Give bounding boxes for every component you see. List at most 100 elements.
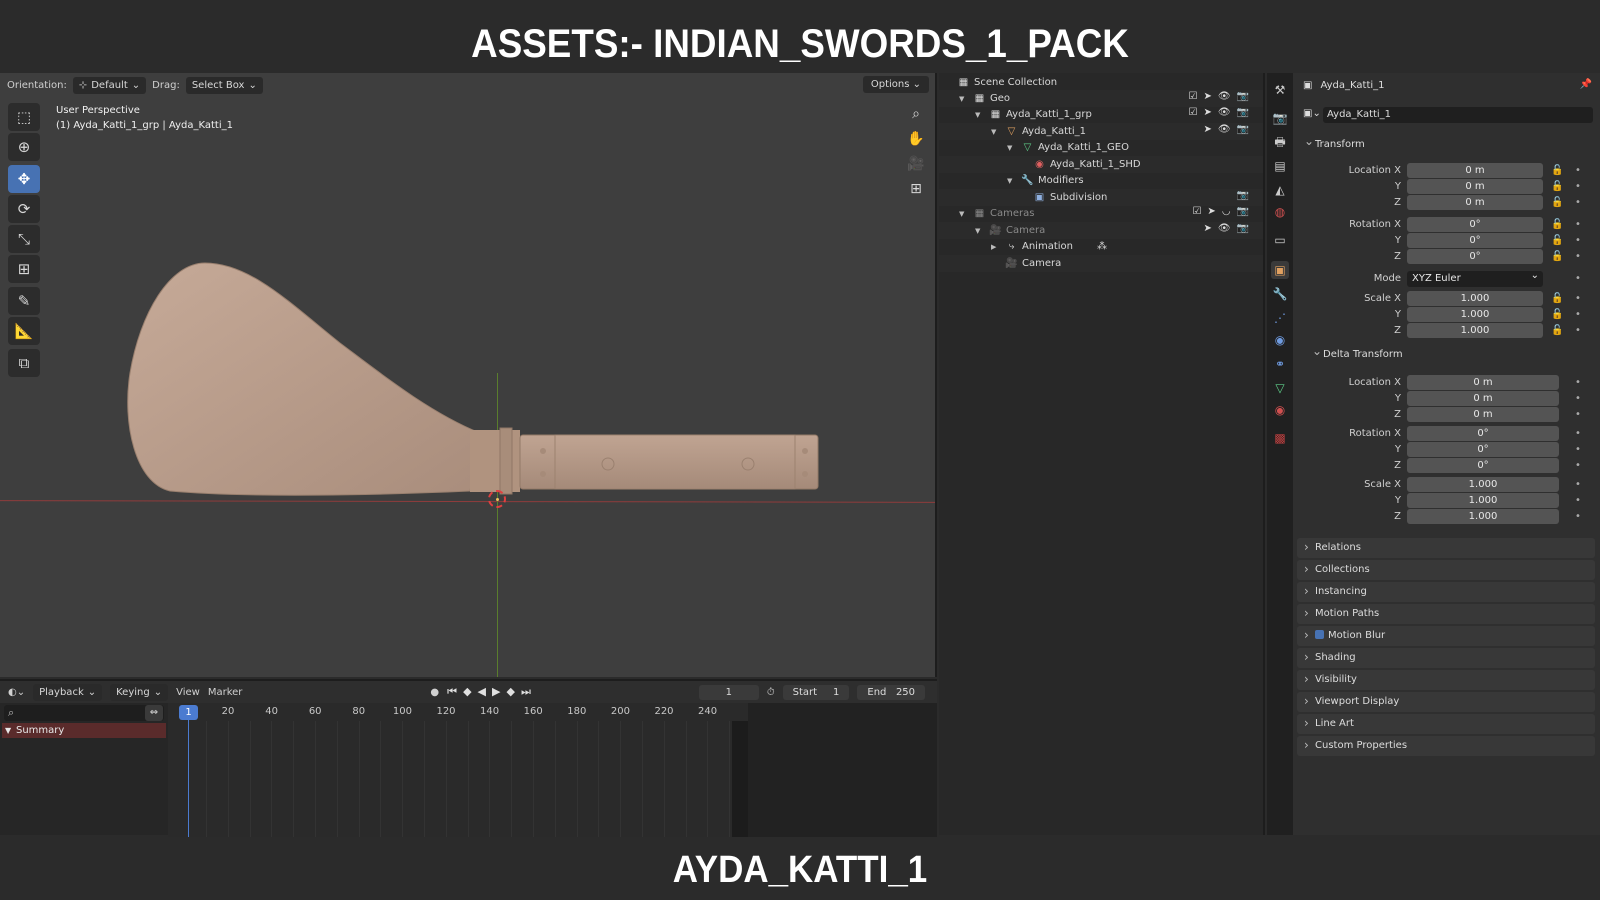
keyframe-dot-icon[interactable]: • [1575,477,1581,493]
lock-icon[interactable]: 🔓 [1551,195,1563,211]
scale-y-field[interactable]: 1.000 [1407,307,1543,322]
rotation-z-field[interactable]: 0° [1407,249,1543,264]
checkbox-icon[interactable]: ☑ [1192,206,1201,217]
delta-rotation-z-field[interactable]: 0° [1407,458,1559,473]
sword-model[interactable] [0,73,937,677]
instancing-section[interactable]: Instancing [1297,581,1595,602]
outliner-row-camera-object[interactable]: ▼ 🎥 Camera [975,223,1045,239]
rotation-mode-dropdown[interactable]: XYZ Euler [1407,268,1543,287]
select-arrow-icon[interactable]: ➤ [1203,91,1211,102]
data-tab-icon[interactable]: ▽ [1271,379,1289,397]
keyframe-dot-icon[interactable]: • [1575,271,1581,287]
keyframe-dot-icon[interactable]: • [1575,391,1581,407]
outliner-row-modifiers[interactable]: ▼ 🔧 Modifiers [1007,173,1084,189]
keying-menu[interactable]: Keying ⌄ [110,683,169,701]
editor-type-icon[interactable]: ◐⌄ [8,687,25,698]
delta-rotation-x-field[interactable]: 0° [1407,426,1559,441]
outliner-row-grp[interactable]: ▼ ▦ Ayda_Katti_1_grp [975,107,1092,123]
modifier-tab-icon[interactable]: 🔧 [1271,285,1289,303]
lock-icon[interactable]: 🔓 [1551,323,1563,339]
eye-icon[interactable]: 👁 [1218,124,1231,135]
select-arrow-icon[interactable]: ➤ [1203,124,1211,135]
camera-icon[interactable]: 📷 [1237,206,1249,217]
outliner-row-subdivision[interactable]: ▣ Subdivision [1033,190,1108,206]
jump-start-icon[interactable]: ⏮ [447,685,457,699]
keyframe-dot-icon[interactable]: • [1575,509,1581,525]
line-art-section[interactable]: Line Art [1297,713,1595,734]
lock-icon[interactable]: 🔓 [1551,163,1563,179]
delta-location-z-field[interactable]: 0 m [1407,407,1559,422]
outliner-row-object[interactable]: ▼ ▽ Ayda_Katti_1 [991,124,1086,140]
keyframe-dot-icon[interactable]: • [1575,195,1581,211]
playhead-frame[interactable]: 1 [179,705,198,720]
keyframe-dot-icon[interactable]: • [1575,442,1581,458]
viewport-display-section[interactable]: Viewport Display [1297,691,1595,712]
keyframe-dot-icon[interactable]: • [1575,323,1581,339]
start-frame-field[interactable]: Start 1 [782,684,850,700]
delta-location-y-field[interactable]: 0 m [1407,391,1559,406]
transform-section-header[interactable]: Transform [1297,131,1595,155]
keyframe-dot-icon[interactable]: • [1575,163,1581,179]
rotation-y-field[interactable]: 0° [1407,233,1543,248]
location-z-field[interactable]: 0 m [1407,195,1543,210]
camera-icon[interactable]: 📷 [1237,124,1249,135]
particles-tab-icon[interactable]: ⋰ [1271,309,1289,327]
keyframe-dot-icon[interactable]: • [1575,233,1581,249]
object-type-icon[interactable]: ▣⌄ [1303,108,1321,119]
next-keyframe-icon[interactable]: ◆ [506,685,514,699]
select-arrow-icon[interactable]: ➤ [1203,107,1211,118]
custom-properties-section[interactable]: Custom Properties [1297,735,1595,756]
delta-transform-section-header[interactable]: Delta Transform [1305,341,1595,365]
delta-scale-y-field[interactable]: 1.000 [1407,493,1559,508]
keyframe-dot-icon[interactable]: • [1575,407,1581,423]
current-frame-field[interactable]: 1 [698,684,759,700]
timeline-search-input[interactable]: ⌕ [4,705,164,721]
collection-tab-icon[interactable]: ▭ [1271,231,1289,249]
lock-icon[interactable]: 🔓 [1551,307,1563,323]
outliner-row-cameras[interactable]: ▼ ▦ Cameras [959,206,1034,222]
outliner-row-material[interactable]: ◉ Ayda_Katti_1_SHD [1033,157,1141,173]
motion-blur-checkbox[interactable] [1315,630,1324,639]
outliner-row-animation[interactable]: ▶ ⤷ Animation ⁂ [991,239,1107,255]
marker-menu[interactable]: Marker [208,687,243,698]
relations-section[interactable]: Relations [1297,537,1595,558]
eye-closed-icon[interactable]: ◡ [1222,206,1231,217]
keyframe-dot-icon[interactable]: • [1575,179,1581,195]
clock-icon[interactable]: ⏱ [767,687,775,698]
object-name-field[interactable]: Ayda_Katti_1 [1323,107,1593,123]
frame-ruler[interactable]: 20 40 60 80 100 120 140 160 180 200 220 240 [168,703,748,721]
prev-keyframe-icon[interactable]: ◆ [463,685,471,699]
scale-z-field[interactable]: 1.000 [1407,323,1543,338]
lock-icon[interactable]: 🔓 [1551,291,1563,307]
keyframe-dot-icon[interactable]: • [1575,249,1581,265]
lock-icon[interactable]: 🔓 [1551,179,1563,195]
delta-scale-x-field[interactable]: 1.000 [1407,477,1559,492]
lock-icon[interactable]: 🔓 [1551,249,1563,265]
texture-tab-icon[interactable]: ▩ [1271,429,1289,447]
keyframe-dot-icon[interactable]: • [1575,291,1581,307]
3d-viewport[interactable]: Orientation: ⊹ Default ⌄ Drag: Select Box ⌄… [0,73,937,677]
view-menu[interactable]: View [176,687,200,698]
visibility-section[interactable]: Visibility [1297,669,1595,690]
checkbox-icon[interactable]: ☑ [1188,91,1197,102]
tool-tab-icon[interactable]: ⚒ [1271,81,1289,99]
playhead-line[interactable] [188,705,189,837]
select-arrow-icon[interactable]: ➤ [1203,223,1211,234]
delta-location-x-field[interactable]: 0 m [1407,375,1559,390]
outliner-row-geo-mesh[interactable]: ▼ ▽ Ayda_Katti_1_GEO [1007,140,1129,156]
timeline-frames-area[interactable] [168,703,752,837]
camera-icon[interactable]: 📷 [1237,107,1249,118]
camera-icon[interactable]: 📷 [1237,91,1249,102]
select-arrow-icon[interactable]: ➤ [1207,206,1215,217]
end-frame-field[interactable]: End 250 [857,684,926,700]
outliner-row-camera-data[interactable]: 🎥 Camera [1005,256,1061,272]
collections-section[interactable]: Collections [1297,559,1595,580]
location-y-field[interactable]: 0 m [1407,179,1543,194]
motion-paths-section[interactable]: Motion Paths [1297,603,1595,624]
output-tab-icon[interactable]: 🖶 [1271,133,1289,151]
physics-tab-icon[interactable]: ◉ [1271,331,1289,349]
eye-icon[interactable]: 👁 [1218,107,1231,118]
rotation-x-field[interactable]: 0° [1407,217,1543,232]
playback-menu[interactable]: Playback ⌄ [33,683,103,701]
shading-section[interactable]: Shading [1297,647,1595,668]
